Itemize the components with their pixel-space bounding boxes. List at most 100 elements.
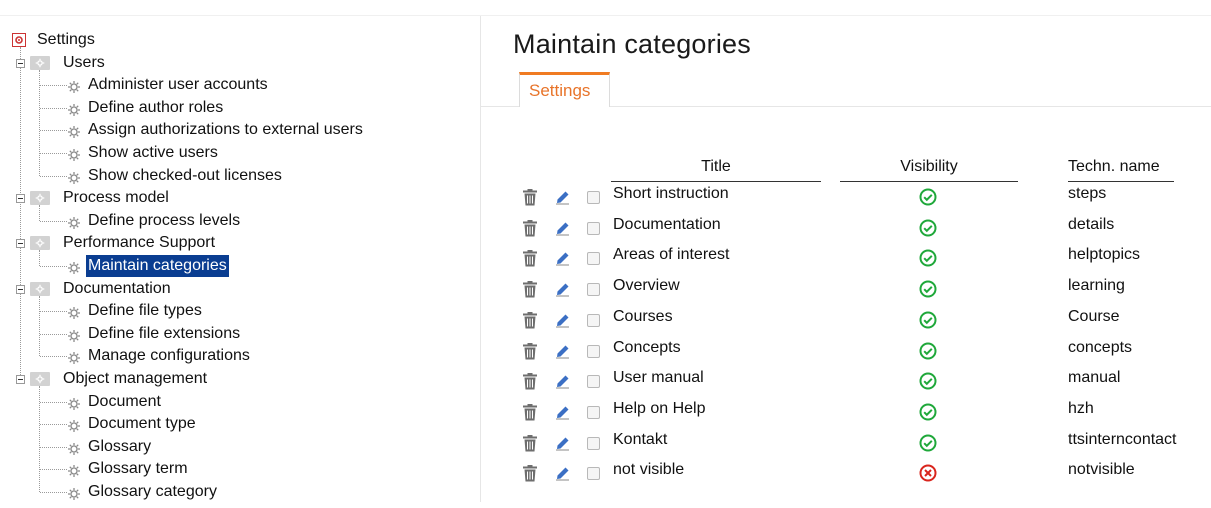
column-header-techn-name[interactable]: Techn. name	[1068, 158, 1173, 176]
folder-gear-icon	[30, 281, 50, 296]
row-techn-name: Course	[1068, 307, 1120, 325]
collapse-toggle-icon[interactable]	[16, 375, 25, 384]
trash-icon[interactable]	[523, 342, 537, 360]
tree-connector	[20, 47, 21, 379]
trash-icon[interactable]	[523, 403, 537, 421]
tree-connector	[39, 250, 40, 266]
tree-item-label: Document type	[88, 415, 196, 433]
row-select-checkbox[interactable]	[587, 283, 600, 297]
row-select-checkbox[interactable]	[587, 191, 600, 204]
trash-icon[interactable]	[523, 373, 537, 390]
tree-branch	[40, 153, 67, 154]
row-title: Short instruction	[613, 185, 729, 202]
tree-branch	[40, 311, 67, 313]
tree-item-label: Show active users	[88, 144, 218, 161]
row-title: Areas of interest	[613, 246, 730, 264]
collapse-toggle-icon[interactable]	[16, 239, 25, 249]
pencil-icon[interactable]	[555, 405, 570, 420]
gear-icon	[67, 260, 81, 274]
trash-icon[interactable]	[523, 250, 537, 267]
row-techn-name: concepts	[1068, 338, 1133, 356]
row-techn-name: helptopics	[1068, 246, 1141, 264]
collapse-toggle-icon[interactable]	[16, 284, 25, 294]
pencil-icon[interactable]	[555, 282, 570, 297]
check-circle-icon	[919, 342, 937, 359]
tree-item-label: Define file extensions	[88, 324, 241, 342]
pencil-icon[interactable]	[555, 436, 570, 451]
trash-icon[interactable]	[523, 465, 537, 482]
folder-gear-icon	[30, 191, 50, 206]
trash-icon[interactable]	[523, 434, 537, 452]
row-title: Kontakt	[613, 430, 668, 448]
gear-icon	[67, 396, 81, 410]
tab-settings-label: Settings	[529, 81, 591, 100]
pencil-icon[interactable]	[555, 344, 570, 359]
pencil-icon[interactable]	[555, 374, 570, 389]
check-circle-icon	[919, 219, 937, 237]
collapse-toggle-icon[interactable]	[16, 194, 25, 204]
row-techn-name: learning	[1068, 277, 1125, 295]
check-circle-icon	[919, 188, 937, 206]
tree-item-label: Assign authorizations to external users	[88, 121, 363, 139]
tree-folder-label: Users	[63, 53, 105, 71]
row-techn-name: hzh	[1068, 399, 1094, 417]
gear-icon	[67, 124, 81, 139]
row-select-checkbox[interactable]	[587, 405, 600, 419]
pencil-icon[interactable]	[555, 251, 570, 266]
check-circle-icon	[919, 372, 937, 390]
tree-branch	[40, 107, 67, 109]
column-header-visibility[interactable]: Visibility	[840, 158, 1018, 176]
tab-settings[interactable]: Settings	[519, 72, 610, 107]
top-bar	[0, 0, 1211, 16]
gear-icon	[67, 463, 81, 478]
pencil-icon[interactable]	[555, 221, 570, 236]
tree-connector	[39, 205, 40, 221]
folder-gear-icon	[30, 55, 50, 70]
row-title: User manual	[613, 369, 704, 387]
tree-connector	[39, 295, 40, 357]
gear-icon	[67, 350, 81, 365]
pencil-icon[interactable]	[555, 313, 570, 328]
row-title: not visible	[613, 461, 685, 479]
tab-baseline-left	[481, 106, 519, 107]
row-select-checkbox[interactable]	[587, 313, 600, 327]
settings-tree: Settings Users Administer user accounts De…	[0, 16, 480, 502]
gear-icon	[67, 102, 81, 116]
pencil-icon[interactable]	[555, 190, 570, 205]
tree-item-label: Manage configurations	[88, 347, 250, 365]
tree-item-label: Define author roles	[88, 98, 224, 116]
tree-branch	[40, 401, 67, 403]
check-circle-icon	[919, 403, 937, 421]
tree-item-label: Glossary	[88, 437, 152, 455]
gear-icon	[67, 170, 81, 184]
row-techn-name: steps	[1068, 185, 1107, 202]
column-header-techn-name-underline	[1068, 181, 1174, 182]
tree-item-label: Glossary category	[88, 483, 217, 500]
tree-folder-label: Documentation	[63, 279, 171, 297]
folder-gear-icon	[30, 372, 50, 386]
gear-icon	[67, 305, 81, 320]
gear-icon	[67, 215, 81, 229]
row-select-checkbox[interactable]	[587, 252, 600, 266]
tree-branch	[40, 266, 67, 267]
trash-icon[interactable]	[523, 311, 537, 329]
collapse-toggle-icon[interactable]	[16, 58, 25, 68]
tree-item-label: Define file types	[88, 302, 202, 320]
row-select-checkbox[interactable]	[587, 375, 600, 389]
row-select-checkbox[interactable]	[587, 436, 600, 450]
trash-icon[interactable]	[523, 189, 537, 206]
trash-icon[interactable]	[523, 219, 537, 237]
column-header-visibility-underline	[840, 181, 1018, 182]
tree-item-label: Show checked-out licenses	[88, 166, 282, 184]
pencil-icon[interactable]	[555, 466, 570, 481]
trash-icon[interactable]	[523, 281, 537, 298]
row-select-checkbox[interactable]	[587, 467, 600, 481]
row-select-checkbox[interactable]	[587, 344, 600, 358]
row-techn-name: notvisible	[1068, 461, 1135, 479]
gear-icon	[67, 147, 81, 161]
row-title: Overview	[613, 277, 680, 295]
check-circle-icon	[919, 249, 937, 267]
column-header-title[interactable]: Title	[611, 158, 821, 176]
row-title: Documentation	[613, 215, 721, 233]
row-select-checkbox[interactable]	[587, 221, 600, 235]
